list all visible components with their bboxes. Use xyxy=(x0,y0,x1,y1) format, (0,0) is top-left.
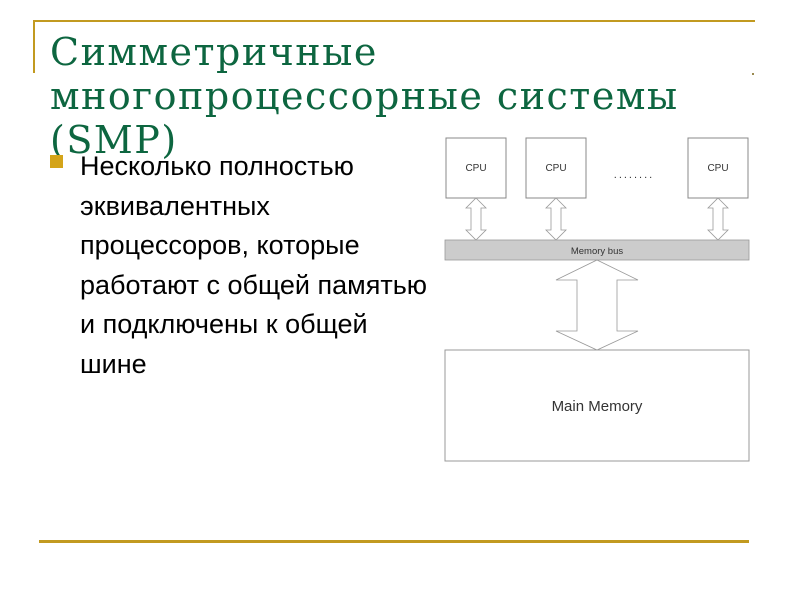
smp-diagram: CPU CPU ........ CPU Memory bus Main Mem… xyxy=(444,137,750,462)
cpu-box-2: CPU xyxy=(525,137,587,199)
cpu-bus-arrow-2 xyxy=(545,197,567,241)
bus-memory-arrow xyxy=(555,259,639,351)
cpu-label-3: CPU xyxy=(707,163,728,174)
cpu-label-1: CPU xyxy=(465,163,486,174)
cpu-ellipsis: ........ xyxy=(614,169,654,181)
cpu-box-3: CPU xyxy=(687,137,749,199)
main-memory-label: Main Memory xyxy=(552,398,643,415)
footer-divider-line xyxy=(39,540,749,543)
cpu-box-1: CPU xyxy=(445,137,507,199)
memory-bus-label: Memory bus xyxy=(571,246,624,257)
bullet-text: Несколько полностью эквивалентных процес… xyxy=(80,151,428,379)
cpu-bus-arrow-3 xyxy=(707,197,729,241)
title-frame-top-line xyxy=(33,20,755,22)
main-memory-box: Main Memory xyxy=(444,349,750,462)
cpu-label-2: CPU xyxy=(545,163,566,174)
memory-bus: Memory bus xyxy=(444,239,750,261)
bullet-square-icon xyxy=(50,155,63,168)
title-frame-left-line xyxy=(33,20,35,73)
frame-corner-dot xyxy=(752,73,754,75)
cpu-bus-arrow-1 xyxy=(465,197,487,241)
